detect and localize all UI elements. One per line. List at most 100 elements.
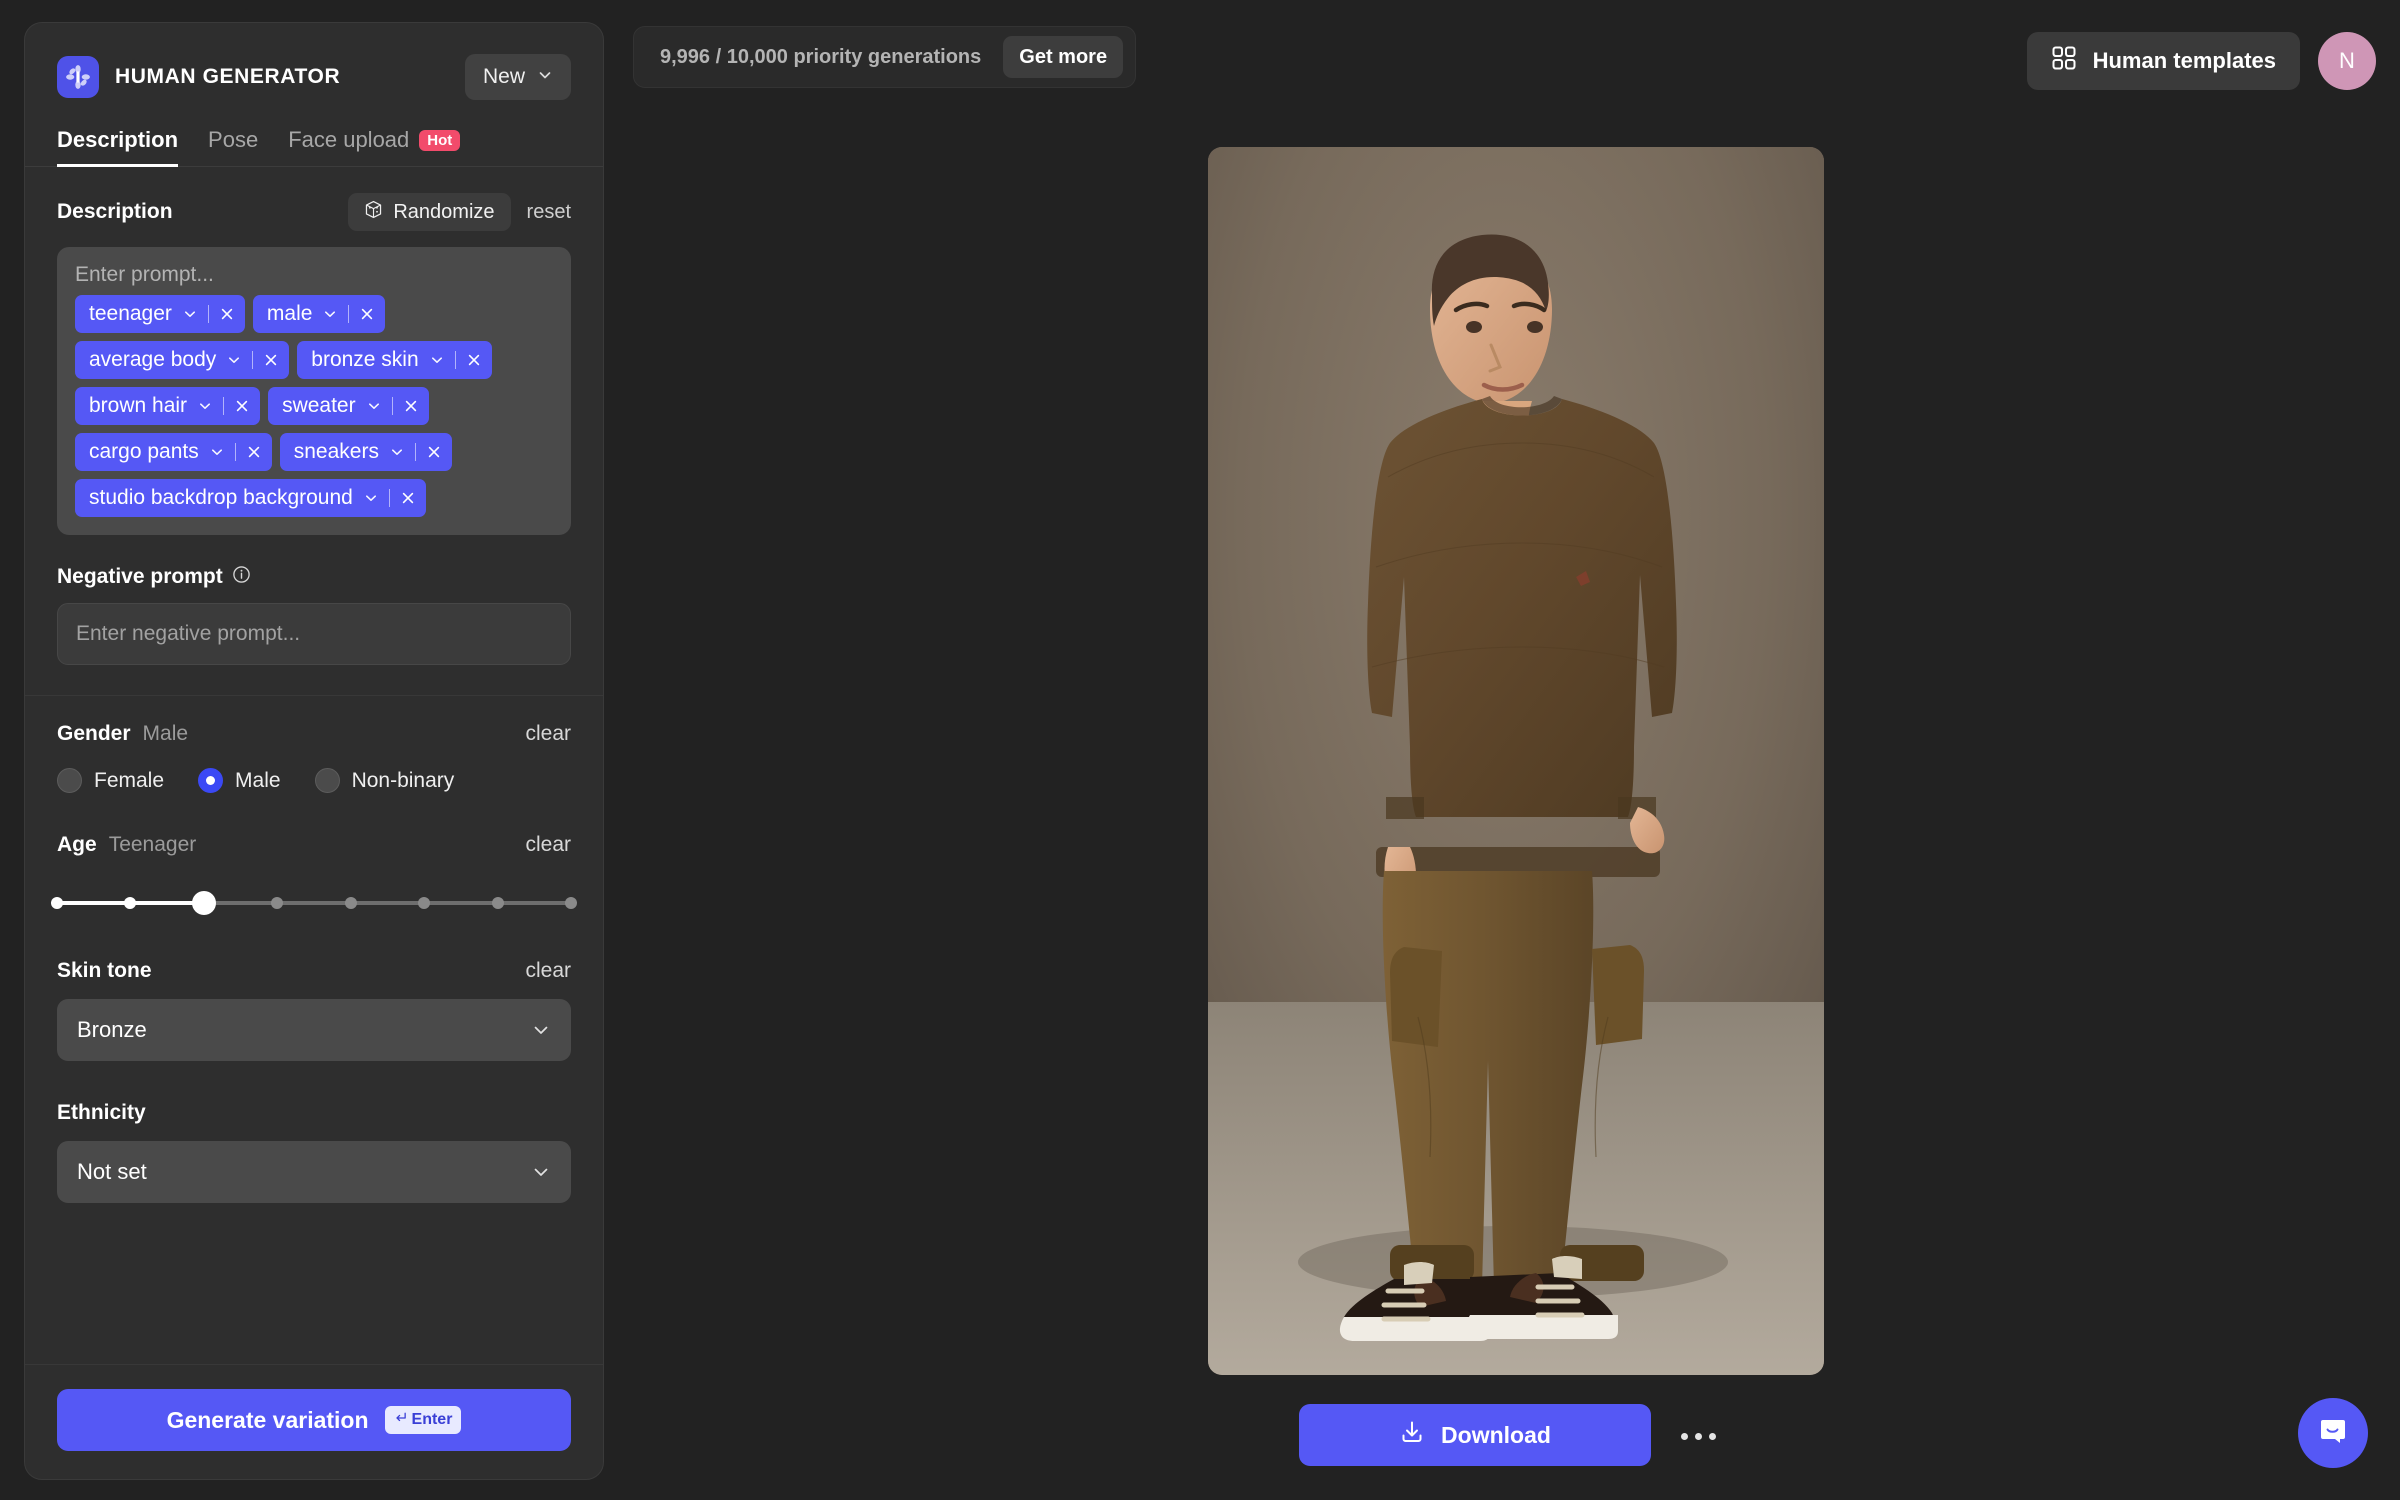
close-icon[interactable] [263, 352, 279, 368]
age-label: Age [57, 833, 97, 856]
tag-divider [454, 351, 456, 369]
prompt-tag[interactable]: sneakers [279, 433, 452, 471]
credits-bar: 9,996 / 10,000 priority generations Get … [633, 26, 1137, 88]
get-more-button[interactable]: Get more [1003, 36, 1124, 78]
randomize-label: Randomize [393, 200, 495, 223]
chevron-down-icon [363, 490, 379, 506]
human-templates-button[interactable]: Human templates [2026, 32, 2300, 90]
panel-footer: Generate variation Enter [25, 1364, 603, 1479]
prompt-tag-label: average body [89, 348, 217, 371]
prompt-tag-label: cargo pants [89, 440, 199, 463]
negative-prompt-input[interactable]: Enter negative prompt... [57, 603, 571, 665]
enter-shortcut-badge: Enter [384, 1406, 462, 1434]
avatar[interactable]: N [2318, 32, 2376, 90]
human-templates-label: Human templates [2092, 48, 2276, 73]
age-slider[interactable] [51, 891, 577, 915]
prompt-tag-label: bronze skin [311, 348, 419, 371]
age-slider-thumb[interactable] [191, 891, 216, 915]
slider-tick[interactable] [491, 897, 504, 909]
new-button-label: New [482, 65, 525, 88]
generated-image-preview[interactable] [1208, 147, 1824, 1375]
chevron-down-icon [209, 444, 225, 460]
close-icon[interactable] [219, 306, 235, 322]
prompt-tag[interactable]: average body [75, 341, 290, 379]
tab-face-upload[interactable]: Face upload Hot [288, 127, 461, 167]
prompt-tag[interactable]: studio backdrop background [75, 479, 426, 517]
tab-pose-label: Pose [208, 127, 259, 152]
ethnicity-header: Ethnicity [57, 1101, 571, 1125]
gender-clear-button[interactable]: clear [525, 722, 571, 746]
ellipsis-icon [1694, 1432, 1702, 1440]
info-icon[interactable] [232, 565, 251, 589]
enter-arrow-icon [394, 1411, 407, 1429]
age-clear-button[interactable]: clear [525, 833, 571, 857]
skin-tone-header: Skin tone clear [57, 959, 571, 983]
close-icon[interactable] [359, 306, 375, 322]
gender-option-non-binary-label: Non-binary [351, 768, 455, 792]
randomize-button[interactable]: Randomize [348, 193, 511, 231]
close-icon[interactable] [246, 444, 262, 460]
tab-description-label: Description [57, 127, 179, 152]
chevron-down-icon [531, 1162, 551, 1182]
slider-tick[interactable] [565, 897, 577, 909]
close-icon[interactable] [234, 398, 250, 414]
gender-option-female-label: Female [94, 768, 165, 792]
prompt-tag-label: brown hair [89, 394, 188, 417]
tag-divider [391, 397, 393, 415]
skin-tone-clear-button[interactable]: clear [525, 959, 571, 983]
gender-radio-group: Female Male Non-binary [57, 768, 571, 793]
skin-tone-value: Bronze [77, 1017, 147, 1042]
prompt-tag[interactable]: cargo pants [75, 433, 272, 471]
chevron-down-icon [429, 352, 445, 368]
slider-tick[interactable] [124, 897, 137, 909]
more-options-button[interactable] [1672, 1418, 1724, 1454]
reset-link[interactable]: reset [527, 201, 571, 224]
negative-prompt-label: Negative prompt [57, 565, 223, 588]
close-icon[interactable] [466, 352, 482, 368]
close-icon[interactable] [426, 444, 442, 460]
prompt-tag-label: teenager [89, 302, 172, 325]
hot-badge: Hot [419, 129, 461, 151]
chevron-down-icon [537, 65, 553, 89]
prompt-tag[interactable]: brown hair [75, 387, 261, 425]
panel-body: Description Randomize reset Enter prompt… [25, 167, 603, 1364]
app-root: HUMAN GENERATOR New Description Pose Fac… [0, 0, 2400, 1500]
close-icon[interactable] [400, 490, 416, 506]
gender-option-male[interactable]: Male [198, 768, 281, 793]
prompt-tag-list: teenager male average body bronze skin brown… [75, 295, 553, 517]
tag-divider [252, 351, 254, 369]
description-section: Description Randomize reset Enter prompt… [25, 167, 603, 696]
slider-tick[interactable] [51, 897, 63, 909]
chevron-down-icon [322, 306, 338, 322]
tab-pose[interactable]: Pose [208, 127, 258, 167]
slider-tick[interactable] [271, 897, 284, 909]
prompt-placeholder: Enter prompt... [75, 263, 214, 286]
gender-label: Gender [57, 722, 131, 745]
chevron-down-icon [531, 1020, 551, 1040]
prompt-input-box[interactable]: Enter prompt... teenager male average body… [57, 247, 571, 535]
gender-option-female[interactable]: Female [57, 768, 164, 793]
left-panel: HUMAN GENERATOR New Description Pose Fac… [24, 22, 604, 1480]
prompt-tag[interactable]: bronze skin [297, 341, 492, 379]
gender-option-male-label: Male [235, 768, 281, 792]
new-button[interactable]: New [464, 54, 571, 100]
prompt-tag-label: male [266, 302, 313, 325]
gender-header: Gender Male clear [57, 722, 571, 746]
age-header: Age Teenager clear [57, 833, 571, 857]
negative-prompt-header: Negative prompt [57, 565, 571, 589]
slider-tick[interactable] [344, 897, 357, 909]
ethnicity-select[interactable]: Not set [57, 1141, 571, 1203]
generate-variation-button[interactable]: Generate variation Enter [57, 1389, 571, 1451]
tab-description[interactable]: Description [57, 127, 179, 167]
tag-divider [414, 443, 416, 461]
prompt-tag[interactable]: sweater [268, 387, 429, 425]
download-icon [1399, 1419, 1425, 1451]
prompt-tag[interactable]: teenager [75, 295, 245, 333]
prompt-tag[interactable]: male [252, 295, 386, 333]
chat-launcher-button[interactable] [2298, 1398, 2368, 1468]
gender-option-non-binary[interactable]: Non-binary [314, 768, 455, 793]
download-button[interactable]: Download [1299, 1404, 1651, 1466]
slider-tick[interactable] [418, 897, 431, 909]
close-icon[interactable] [403, 398, 419, 414]
skin-tone-select[interactable]: Bronze [57, 999, 571, 1061]
